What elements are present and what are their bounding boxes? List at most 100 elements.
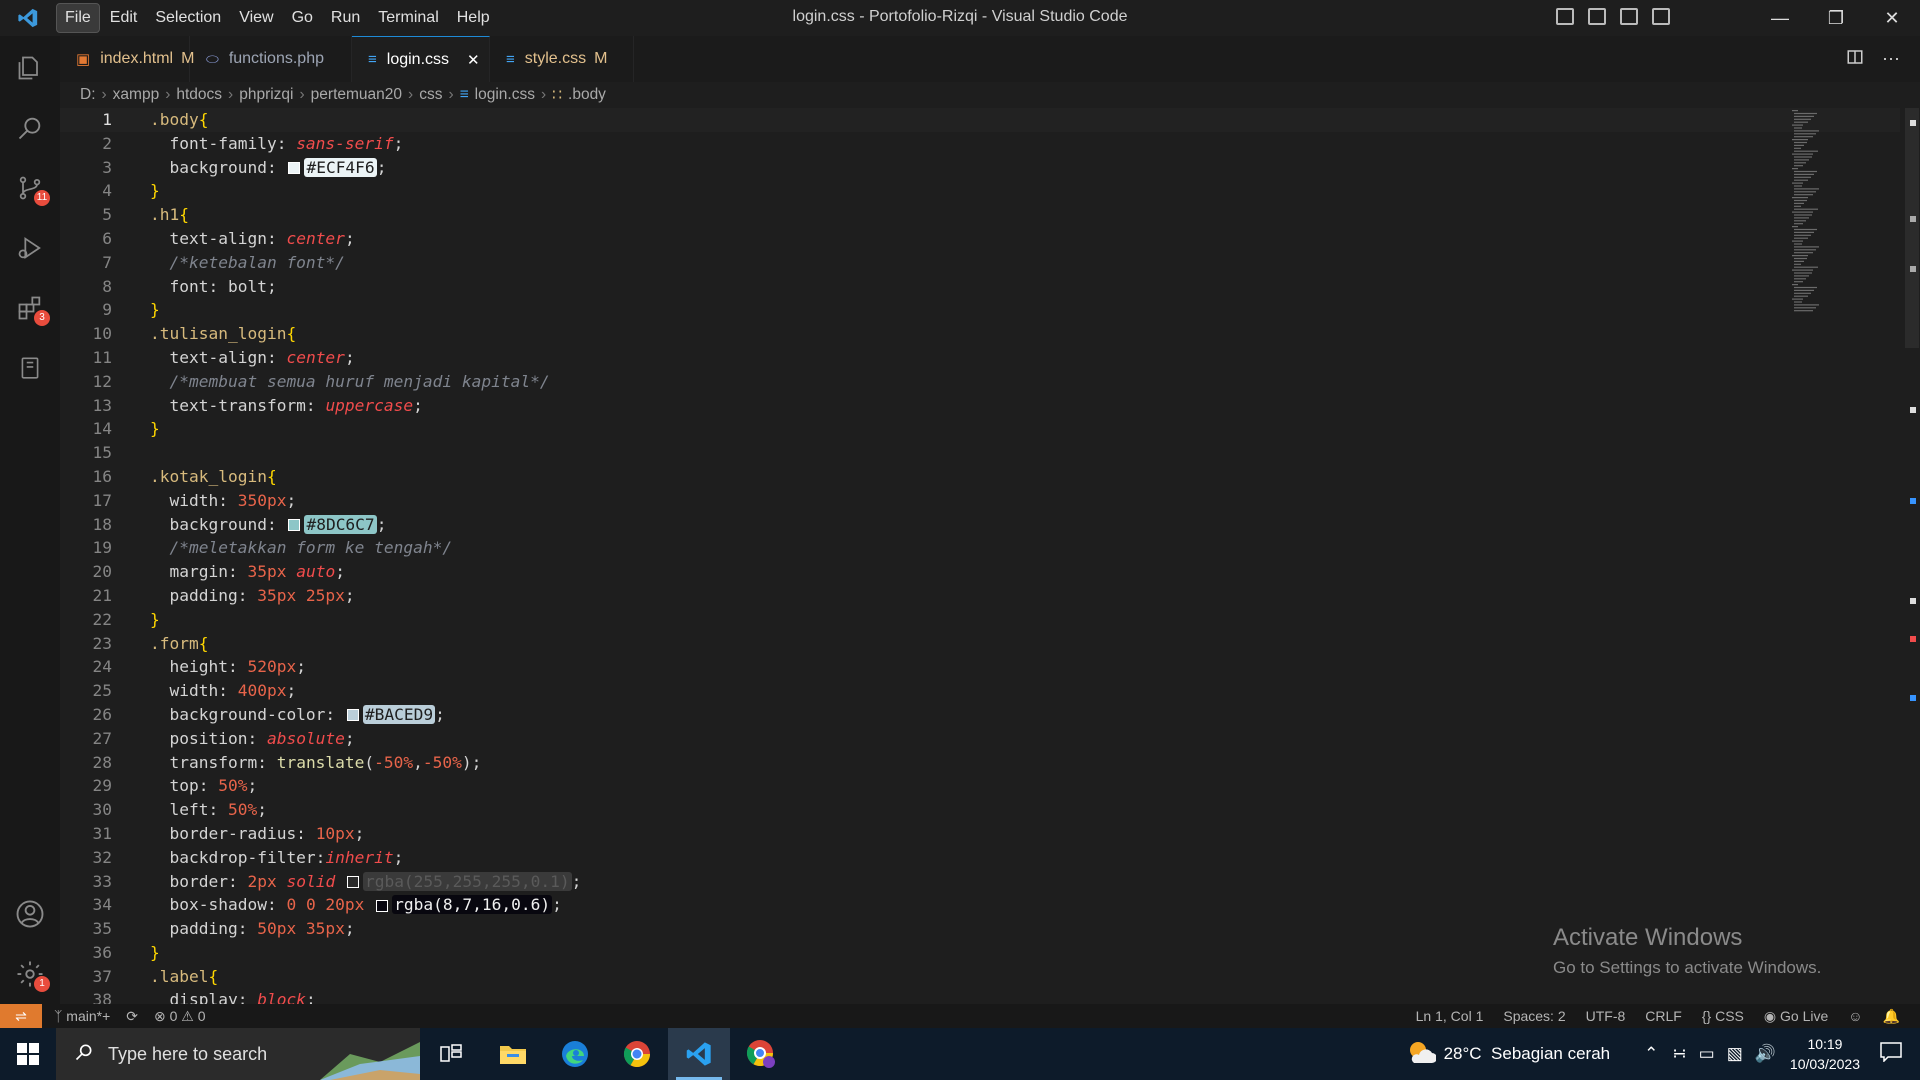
code-line[interactable]: 11 text-align: center; — [60, 346, 1900, 370]
source-control-icon[interactable]: 11 — [0, 164, 60, 212]
code-line[interactable]: 19 /*meletakkan form ke tengah*/ — [60, 536, 1900, 560]
code-line[interactable]: 20 margin: 35px auto; — [60, 560, 1900, 584]
menu-selection[interactable]: Selection — [147, 4, 229, 32]
close-tab-icon[interactable]: ✕ — [467, 51, 480, 69]
code-line[interactable]: 21 padding: 35px 25px; — [60, 584, 1900, 608]
code-line[interactable]: 18 background: #8DC6C7; — [60, 513, 1900, 537]
volume-icon[interactable]: 🔊 — [1755, 1044, 1776, 1064]
show-hidden-icons-icon[interactable]: ⌃ — [1644, 1044, 1658, 1064]
taskbar-search-box[interactable]: Type here to search — [56, 1028, 420, 1080]
code-line[interactable]: 16 .kotak_login{ — [60, 465, 1900, 489]
code-line[interactable]: 34 box-shadow: 0 0 20px rgba(8,7,16,0.6)… — [60, 893, 1900, 917]
color-swatch[interactable] — [346, 709, 359, 722]
remote-indicator-icon[interactable]: ⇌ — [0, 1004, 42, 1028]
color-swatch[interactable] — [376, 899, 389, 912]
network-icon[interactable]: ∺ — [1672, 1044, 1686, 1064]
toggle-panel-icon[interactable] — [1588, 8, 1606, 25]
end-of-line[interactable]: CRLF — [1645, 1008, 1682, 1024]
code-line[interactable]: 38 display: block; — [60, 988, 1900, 1004]
code-line[interactable]: 9} — [60, 298, 1900, 322]
code-line[interactable]: 6 text-align: center; — [60, 227, 1900, 251]
tab-style-css[interactable]: ≡ style.css M — [490, 36, 634, 82]
code-line[interactable]: 5 .h1{ — [60, 203, 1900, 227]
more-actions-icon[interactable]: ⋯ — [1882, 49, 1900, 70]
scrollbar-thumb[interactable] — [1905, 108, 1919, 348]
menu-view[interactable]: View — [231, 4, 281, 32]
code-line[interactable]: 13 text-transform: uppercase; — [60, 394, 1900, 418]
breadcrumb-item[interactable]: htdocs — [176, 86, 222, 104]
code-line[interactable]: 17 width: 350px; — [60, 489, 1900, 513]
code-line[interactable]: 2 font-family: sans-serif; — [60, 132, 1900, 156]
indentation[interactable]: Spaces: 2 — [1503, 1008, 1565, 1024]
code-line[interactable]: 33 border: 2px solid rgba(255,255,255,0.… — [60, 870, 1900, 894]
breadcrumb-item[interactable]: pertemuan20 — [311, 86, 402, 104]
maximize-button[interactable]: ❐ — [1808, 0, 1864, 36]
color-swatch[interactable] — [288, 162, 301, 175]
explorer-icon[interactable] — [0, 44, 60, 92]
vscode-taskbar-icon[interactable] — [668, 1028, 730, 1080]
code-line[interactable]: 25 width: 400px; — [60, 679, 1900, 703]
tab-login-css[interactable]: ≡ login.css ✕ — [352, 36, 490, 82]
code-line[interactable]: 4} — [60, 179, 1900, 203]
code-editor[interactable]: 1 .body{2 font-family: sans-serif; 3 backg… — [60, 108, 1900, 1004]
tab-index-html[interactable]: ▣ index.html M — [60, 36, 194, 82]
clock[interactable]: 10:19 10/03/2023 — [1790, 1034, 1860, 1074]
extensions-icon[interactable]: 3 — [0, 284, 60, 332]
problems-indicator[interactable]: ⊗ 0 ⚠ 0 — [154, 1008, 206, 1025]
breadcrumb-item[interactable]: D: — [80, 86, 96, 104]
code-line[interactable]: 27 position: absolute; — [60, 727, 1900, 751]
code-line[interactable]: 26 background-color: #BACED9; — [60, 703, 1900, 727]
encoding[interactable]: UTF-8 — [1586, 1008, 1626, 1024]
menu-go[interactable]: Go — [284, 4, 321, 32]
menu-help[interactable]: Help — [449, 4, 498, 32]
code-line[interactable]: 10 .tulisan_login{ — [60, 322, 1900, 346]
toggle-secondary-sidebar-icon[interactable] — [1620, 8, 1638, 25]
chrome-browser-icon[interactable] — [606, 1028, 668, 1080]
code-line[interactable]: 7 /*ketebalan font*/ — [60, 251, 1900, 275]
notification-center-icon[interactable] — [1880, 1041, 1902, 1067]
close-button[interactable]: ✕ — [1864, 0, 1920, 36]
code-line[interactable]: 1 .body{ — [60, 108, 1900, 132]
menu-run[interactable]: Run — [323, 4, 368, 32]
menu-edit[interactable]: Edit — [102, 4, 146, 32]
device-icon[interactable]: ▧ — [1727, 1044, 1743, 1064]
weather-text[interactable]: 28°C Sebagian cerah — [1444, 1044, 1611, 1064]
menu-file[interactable]: File — [56, 3, 100, 33]
customize-layout-icon[interactable] — [1652, 8, 1670, 25]
feedback-icon[interactable]: ☺ — [1848, 1008, 1862, 1024]
breadcrumb-item[interactable]: phprizqi — [239, 86, 293, 104]
minimize-button[interactable]: — — [1752, 0, 1808, 36]
toggle-primary-sidebar-icon[interactable] — [1556, 8, 1574, 25]
edge-browser-icon[interactable] — [544, 1028, 606, 1080]
breadcrumb-item[interactable]: login.css — [475, 86, 535, 104]
run-debug-icon[interactable] — [0, 224, 60, 272]
start-button[interactable] — [0, 1028, 56, 1080]
code-line[interactable]: 31 border-radius: 10px; — [60, 822, 1900, 846]
settings-gear-icon[interactable]: 1 — [0, 950, 60, 998]
breadcrumb-item[interactable]: .body — [568, 86, 606, 104]
battery-icon[interactable]: ▭ — [1699, 1044, 1715, 1064]
code-line[interactable]: 15 — [60, 441, 1900, 465]
split-editor-icon[interactable] — [1846, 48, 1864, 71]
accounts-icon[interactable] — [0, 890, 60, 938]
language-mode[interactable]: {} CSS — [1702, 1008, 1744, 1024]
chrome-profile-icon[interactable] — [730, 1028, 792, 1080]
breadcrumb-item[interactable]: css — [419, 86, 442, 104]
go-live-button[interactable]: ◉ Go Live — [1764, 1008, 1828, 1025]
remote-explorer-icon[interactable] — [0, 344, 60, 392]
notifications-bell-icon[interactable]: 🔔 — [1883, 1008, 1900, 1025]
code-line[interactable]: 24 height: 520px; — [60, 655, 1900, 679]
weather-icon[interactable] — [1406, 1039, 1437, 1070]
code-line[interactable]: 30 left: 50%; — [60, 798, 1900, 822]
code-line[interactable]: 14} — [60, 417, 1900, 441]
color-swatch[interactable] — [346, 876, 359, 888]
code-line[interactable]: 23 .form{ — [60, 632, 1900, 656]
code-line[interactable]: 28 transform: translate(-50%,-50%); — [60, 751, 1900, 775]
code-line[interactable]: 12 /*membuat semua huruf menjadi kapital… — [60, 370, 1900, 394]
menu-terminal[interactable]: Terminal — [370, 4, 446, 32]
cursor-position[interactable]: Ln 1, Col 1 — [1416, 1008, 1484, 1024]
minimap[interactable] — [1790, 108, 1832, 318]
color-swatch[interactable] — [288, 519, 301, 532]
code-line[interactable]: 8 font: bolt; — [60, 275, 1900, 299]
code-line[interactable]: 32 backdrop-filter:inherit; — [60, 846, 1900, 870]
